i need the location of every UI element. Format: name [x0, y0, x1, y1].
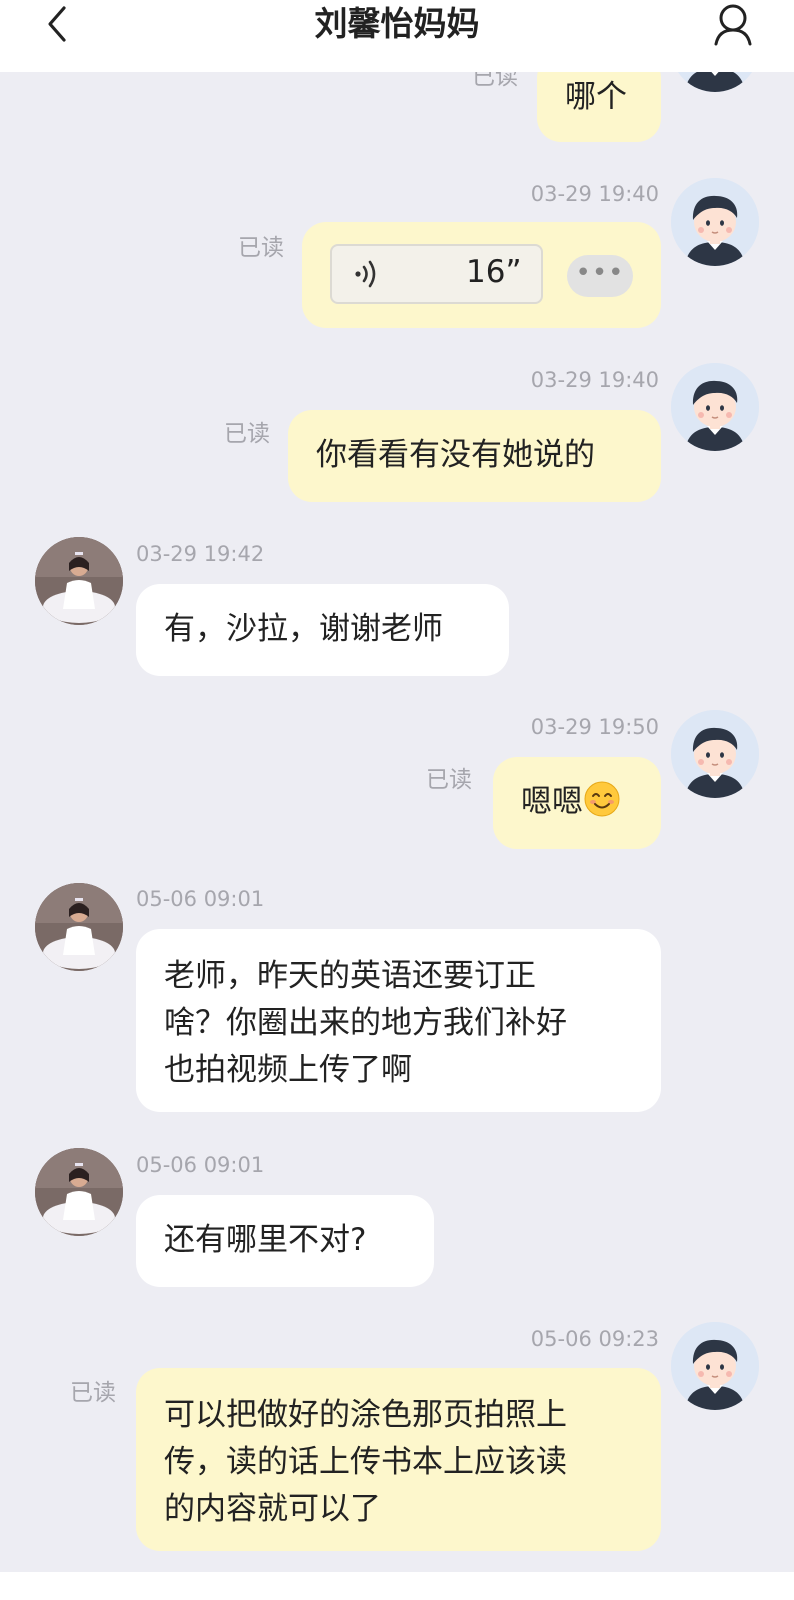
message-text: 哪个: [565, 79, 627, 115]
message-bubble[interactable]: 老师，昨天的英语还要订正 啥？你圈出来的地方我们补好 也拍视频上传了啊: [136, 929, 661, 1112]
voice-duration: 16”: [466, 254, 522, 290]
read-status: 已读: [224, 421, 270, 447]
parent-avatar[interactable]: [35, 883, 123, 971]
person-icon[interactable]: [712, 2, 754, 46]
message-timestamp: 03-29 19:50: [530, 715, 659, 739]
voice-wave-icon: [355, 260, 376, 288]
message-timestamp: 05-06 09:01: [136, 887, 265, 911]
chat-header: 刘馨怡妈妈: [0, 0, 794, 72]
voice-message-player[interactable]: 16”: [330, 244, 543, 304]
teacher-avatar[interactable]: [671, 178, 759, 266]
message-bubble[interactable]: 可以把做好的涂色那页拍照上 传，读的话上传书本上应该读 的内容就可以了: [136, 1368, 661, 1551]
teacher-avatar[interactable]: [671, 710, 759, 798]
parent-avatar[interactable]: [35, 537, 123, 625]
message-bubble[interactable]: 有，沙拉，谢谢老师: [136, 584, 509, 676]
message-text-line: 啥？你圈出来的地方我们补好: [164, 1005, 567, 1041]
read-status: 已读: [426, 767, 472, 793]
read-status: 已读: [238, 235, 284, 261]
message-timestamp: 03-29 19:40: [530, 182, 659, 206]
message-bubble[interactable]: 还有哪里不对?: [136, 1195, 434, 1287]
message-text: 有，沙拉，谢谢老师: [164, 611, 443, 647]
message-bubble[interactable]: 嗯嗯: [493, 757, 661, 849]
message-timestamp: 03-29 19:42: [136, 542, 265, 566]
message-text: 还有哪里不对?: [164, 1222, 367, 1258]
message-text-line: 的内容就可以了: [164, 1491, 381, 1527]
input-bar[interactable]: [0, 1572, 794, 1600]
read-status: 已读: [70, 1380, 116, 1406]
message-text: 嗯嗯: [521, 784, 583, 820]
message-text-line: 也拍视频上传了啊: [164, 1052, 412, 1088]
message-timestamp: 03-29 19:40: [530, 368, 659, 392]
teacher-avatar[interactable]: [671, 363, 759, 451]
page-title: 刘馨怡妈妈: [314, 4, 480, 43]
chat-feed[interactable]: 已读 哪个 03-29 19:40 已读 16” ••• 03-29 19:40…: [0, 0, 794, 1600]
teacher-avatar[interactable]: [671, 1322, 759, 1410]
message-text-line: 可以把做好的涂色那页拍照上: [164, 1397, 567, 1433]
message-bubble[interactable]: 你看看有没有她说的: [288, 410, 661, 502]
message-text-line: 传，读的话上传书本上应该读: [164, 1444, 567, 1480]
message-text-line: 老师，昨天的英语还要订正: [164, 958, 536, 994]
parent-avatar[interactable]: [35, 1148, 123, 1236]
message-timestamp: 05-06 09:23: [530, 1327, 659, 1351]
message-timestamp: 05-06 09:01: [136, 1153, 265, 1177]
more-options-button[interactable]: •••: [567, 255, 633, 297]
message-text: 你看看有没有她说的: [316, 437, 595, 473]
smiling-face-icon: [584, 781, 620, 817]
